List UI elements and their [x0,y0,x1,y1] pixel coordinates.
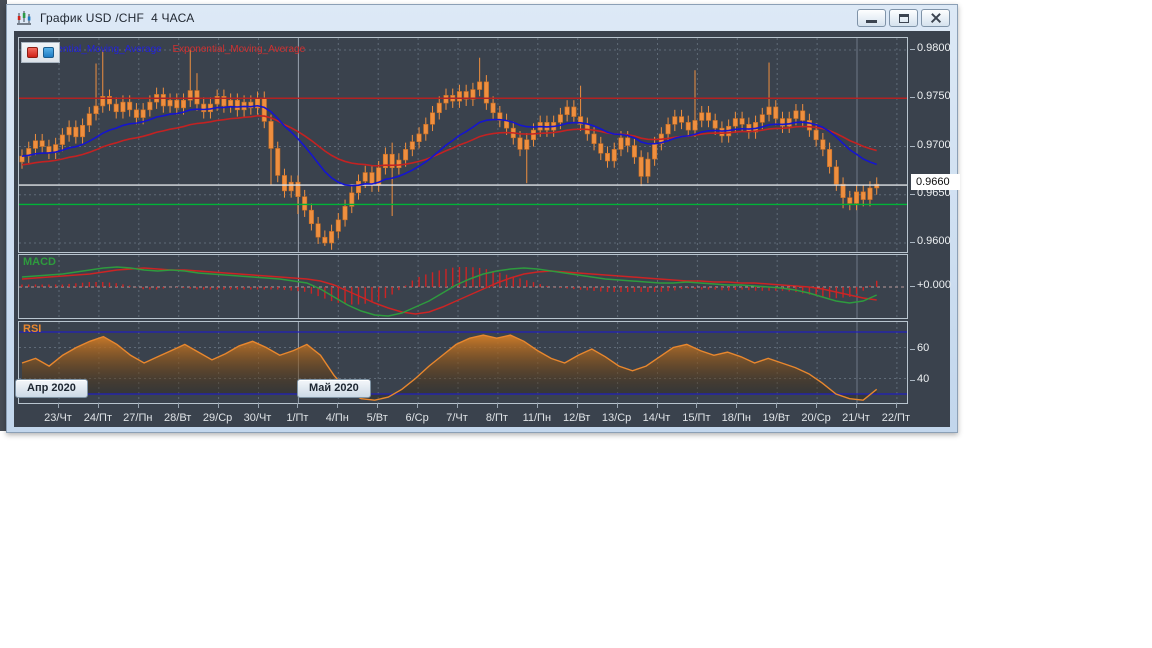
macd-axis-label: +0.000 [910,279,951,291]
date-axis-label: 21/Чт [842,412,870,424]
month-button-may[interactable]: Май 2020 [297,379,371,398]
window-controls [857,9,950,27]
date-axis-label: 28/Вт [164,412,192,424]
minimize-button[interactable] [857,9,886,27]
date-tick [97,403,99,408]
chart-client-area: Exponential_Moving_Average Exponential_M… [14,31,960,427]
window-titlebar[interactable]: График USD /CHF 4 ЧАСА [7,5,957,31]
minimize-icon [866,20,877,23]
date-tick [417,403,419,408]
indicator-legend: Exponential_Moving_Average Exponential_M… [29,44,305,55]
rsi-label: RSI [23,323,42,335]
date-axis-label: 27/Пн [123,412,153,424]
price-chart [19,38,907,252]
date-tick [177,403,179,408]
date-axis-label: 6/Ср [405,412,429,424]
date-axis-label: 13/Ср [601,412,632,424]
date-axis-label: 24/Пт [83,412,113,424]
date-axis-label: 4/Пн [325,412,349,424]
rsi-area [22,335,877,401]
price-axis-label: 0.9600 [910,235,951,247]
price-chart-panel[interactable]: Exponential_Moving_Average Exponential_M… [18,37,908,253]
rsi-panel[interactable]: RSI [18,321,908,404]
date-tick [377,403,379,408]
date-axis-label: 18/Пн [721,412,751,424]
price-axis-label: 0.9800 [910,42,951,54]
date-axis-label: 7/Чт [446,412,468,424]
rsi-axis-label: 40 [909,373,930,385]
macd-line [21,266,878,317]
macd-panel[interactable]: MACD [18,254,908,319]
date-tick [496,403,498,408]
date-axis-label: 12/Вт [563,412,591,424]
date-tick [576,403,578,408]
restore-button[interactable] [889,9,918,27]
date-axis-label: 8/Пт [485,412,508,424]
date-tick [137,403,139,408]
date-tick [856,403,857,408]
date-tick [656,403,658,408]
date-axis-label: 15/Пт [682,412,711,424]
close-button[interactable] [921,9,950,27]
rsi-chart [19,322,907,403]
date-tick [816,403,818,408]
rsi-axis-label: 60 [909,342,930,354]
date-axis-label: 11/Пн [522,412,552,424]
sell-marker-button[interactable] [27,47,38,58]
date-tick [536,403,538,408]
date-axis-label: 22/Пт [881,412,911,424]
date-tick [895,403,897,408]
date-axis-label: 20/Ср [801,412,831,424]
current-price-box: 0.9660 [911,174,960,190]
date-axis-label: 29/Ср [202,412,233,424]
legend-ema-slow: Exponential_Moving_Average [172,44,306,55]
date-tick [217,403,219,408]
close-icon [930,12,942,24]
date-axis-label: 23/Чт [44,412,72,424]
signal-line [21,267,877,315]
candlestick-chart-icon [15,10,33,26]
date-axis-label: 30/Чт [243,412,272,424]
chart-mini-toolbar [21,42,60,63]
date-tick [696,403,698,408]
date-tick [337,403,339,408]
macd-chart [19,255,907,318]
date-axis-label: 5/Вт [366,412,388,424]
restore-icon [898,13,909,23]
month-button-april[interactable]: Апр 2020 [15,379,88,398]
date-tick [616,403,618,408]
window-title: График USD /CHF 4 ЧАСА [40,11,195,25]
desktop-background: График USD /CHF 4 ЧАСА Exponential_Movin… [0,0,1152,648]
date-tick [297,403,299,408]
date-axis-label: 19/Вт [762,412,790,424]
date-tick [776,403,778,408]
date-tick [736,403,738,408]
price-axis-label: 0.9700 [910,139,951,151]
chart-window: График USD /CHF 4 ЧАСА Exponential_Movin… [6,4,960,433]
date-axis-label: 14/Чт [642,412,671,424]
date-tick [257,403,259,408]
date-axis-label: 1/Пт [286,412,309,424]
buy-marker-button[interactable] [43,47,54,58]
grid-layer [19,38,907,252]
date-tick [457,403,458,408]
price-axis-label: 0.9750 [910,90,951,102]
date-tick [58,403,59,408]
macd-label: MACD [23,256,56,268]
